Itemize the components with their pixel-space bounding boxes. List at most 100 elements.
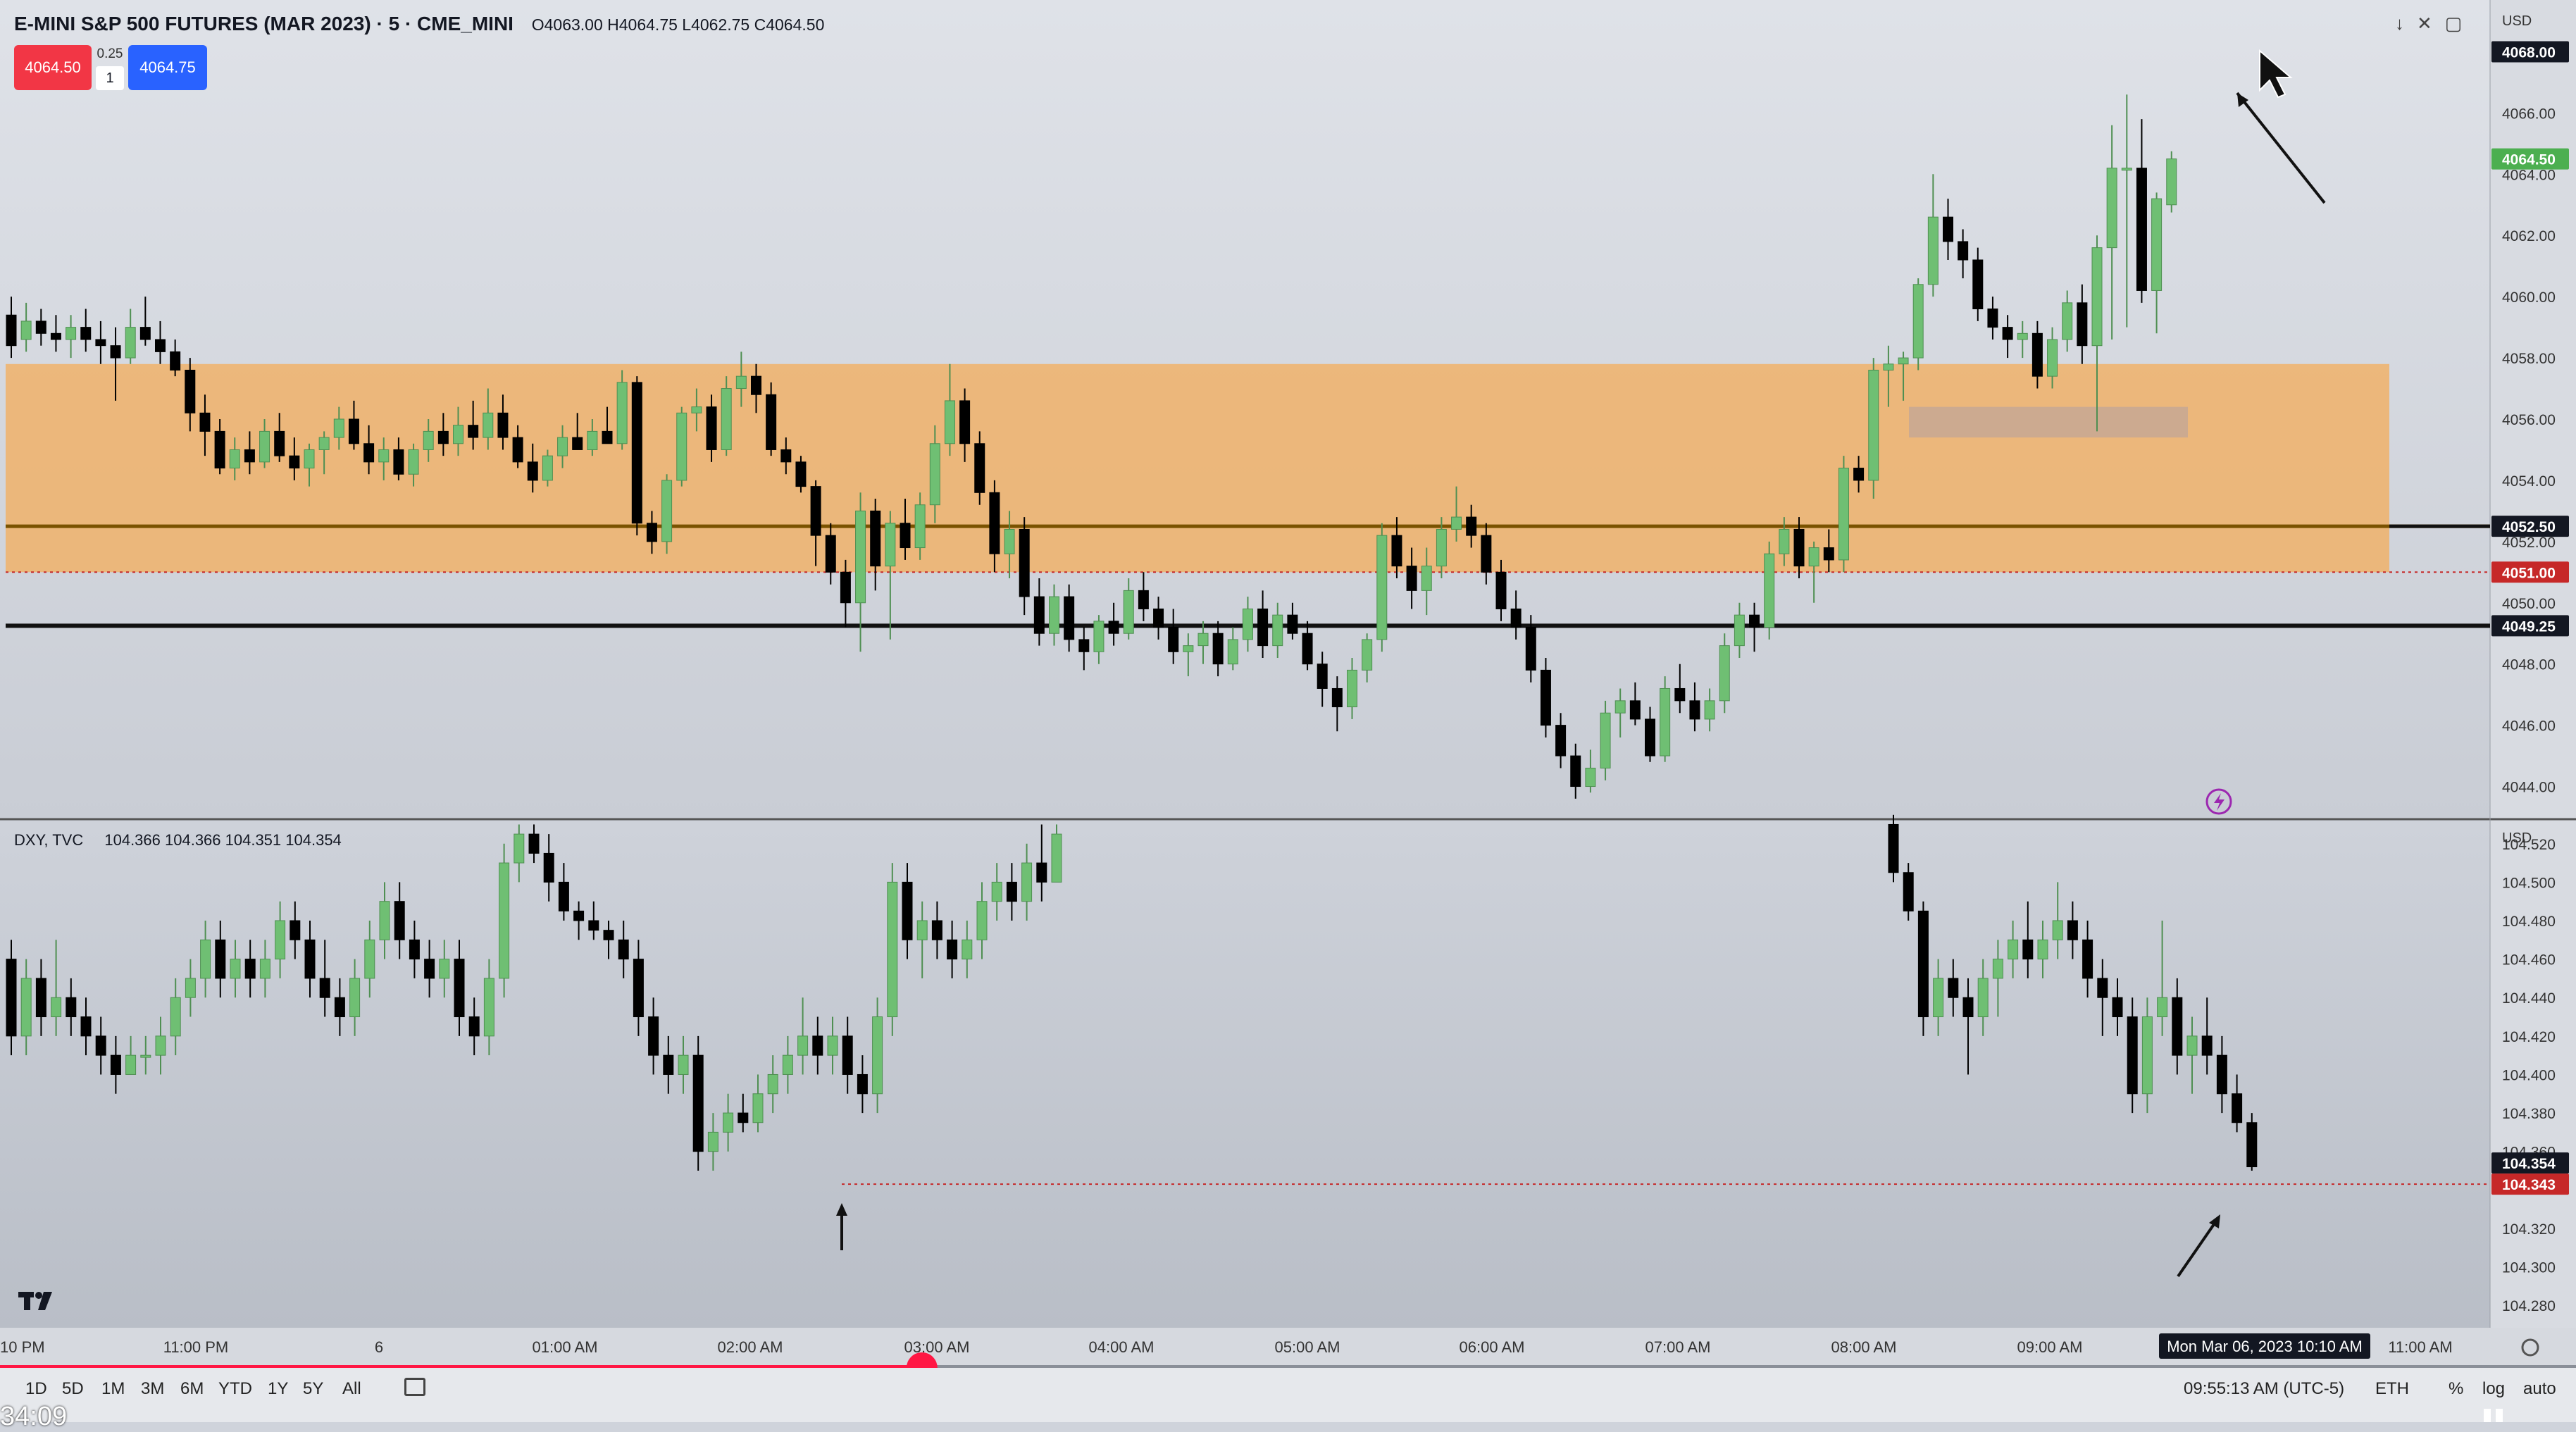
- es-candle[interactable]: [1823, 547, 1834, 561]
- es-candle[interactable]: [155, 339, 166, 352]
- es-candle[interactable]: [1987, 309, 1998, 328]
- es-candle[interactable]: [1555, 725, 1567, 757]
- es-candle[interactable]: [751, 375, 761, 395]
- es-candle[interactable]: [1347, 669, 1357, 708]
- es-candle[interactable]: [1853, 468, 1865, 481]
- es-candle[interactable]: [1257, 608, 1269, 647]
- es-candle[interactable]: [453, 425, 463, 444]
- es-candle[interactable]: [274, 430, 285, 456]
- es-candle[interactable]: [95, 339, 106, 347]
- es-candle[interactable]: [1049, 596, 1059, 634]
- es-candle[interactable]: [110, 345, 121, 359]
- es-candle[interactable]: [185, 369, 196, 413]
- es-candle[interactable]: [2136, 168, 2147, 291]
- price-label[interactable]: 4049.25: [2502, 618, 2556, 635]
- dxy-candle[interactable]: [887, 881, 898, 1018]
- dxy-candle[interactable]: [499, 862, 510, 979]
- dxy-candle[interactable]: [409, 939, 420, 960]
- dxy-candle[interactable]: [140, 1054, 151, 1058]
- maximize-icon[interactable]: ▢: [2445, 13, 2475, 34]
- es-candle[interactable]: [1421, 566, 1432, 591]
- move-down-icon[interactable]: ↓: [2395, 13, 2417, 34]
- es-candle[interactable]: [1779, 528, 1790, 554]
- es-candle[interactable]: [1078, 639, 1090, 652]
- es-candle[interactable]: [1362, 639, 1373, 671]
- es-candle[interactable]: [363, 443, 375, 463]
- dxy-candle[interactable]: [1948, 978, 1959, 998]
- dxy-candle[interactable]: [976, 901, 988, 940]
- dxy-candle[interactable]: [1036, 862, 1047, 883]
- es-candle[interactable]: [1406, 566, 1417, 591]
- dxy-candle[interactable]: [1992, 959, 2003, 979]
- es-candle[interactable]: [1436, 528, 1447, 567]
- es-candle[interactable]: [1033, 596, 1045, 634]
- sell-button[interactable]: 4064.50: [14, 45, 92, 90]
- dxy-candle[interactable]: [244, 959, 256, 979]
- es-candle[interactable]: [2121, 168, 2132, 171]
- dxy-candle[interactable]: [2112, 997, 2123, 1018]
- es-candle[interactable]: [721, 388, 732, 450]
- es-candle[interactable]: [1287, 614, 1298, 634]
- dxy-candle[interactable]: [738, 1112, 749, 1123]
- es-candle[interactable]: [810, 486, 821, 536]
- chart-canvas[interactable]: USDUSD4066.004064.004062.004060.004058.0…: [0, 0, 2576, 1422]
- dxy-candle[interactable]: [514, 833, 525, 864]
- es-candle[interactable]: [125, 327, 136, 359]
- es-candle[interactable]: [1629, 700, 1641, 720]
- es-candle[interactable]: [2151, 198, 2163, 291]
- dxy-candle[interactable]: [812, 1035, 823, 1056]
- dxy-candle[interactable]: [454, 959, 465, 1018]
- dxy-candle[interactable]: [573, 910, 585, 921]
- pause-icon[interactable]: [2484, 1409, 2505, 1422]
- es-candle[interactable]: [468, 425, 479, 438]
- es-candle[interactable]: [1212, 633, 1224, 665]
- dxy-candle[interactable]: [707, 1131, 718, 1152]
- es-candle[interactable]: [870, 510, 881, 567]
- es-candle[interactable]: [676, 412, 687, 481]
- es-candle[interactable]: [1317, 664, 1328, 689]
- dxy-candle[interactable]: [2067, 920, 2078, 940]
- es-candle[interactable]: [437, 430, 449, 444]
- dxy-candle[interactable]: [185, 978, 196, 998]
- dxy-candle[interactable]: [2216, 1054, 2227, 1095]
- dxy-candle[interactable]: [2157, 997, 2168, 1018]
- dxy-candle[interactable]: [588, 920, 599, 931]
- symbol-title[interactable]: E-MINI S&P 500 FUTURES (MAR 2023) · 5 · …: [14, 13, 514, 35]
- es-candle[interactable]: [393, 449, 404, 475]
- price-label[interactable]: 4068.00: [2502, 44, 2556, 61]
- es-candle[interactable]: [587, 430, 598, 450]
- es-candle[interactable]: [1168, 627, 1179, 652]
- dxy-candle[interactable]: [782, 1054, 793, 1075]
- es-candle[interactable]: [1912, 284, 1924, 359]
- es-candle[interactable]: [1570, 755, 1581, 787]
- es-candle[interactable]: [2106, 168, 2117, 249]
- dxy-candle[interactable]: [394, 901, 405, 940]
- es-candle[interactable]: [199, 412, 211, 432]
- tradingview-logo[interactable]: [17, 1289, 59, 1313]
- highlight-box[interactable]: [1909, 406, 2188, 438]
- es-candle[interactable]: [572, 437, 583, 450]
- es-candle[interactable]: [661, 480, 673, 542]
- es-candle[interactable]: [929, 443, 940, 506]
- es-candle[interactable]: [646, 523, 657, 542]
- es-candle[interactable]: [1391, 535, 1402, 567]
- es-candle[interactable]: [557, 437, 568, 456]
- es-candle[interactable]: [259, 430, 270, 463]
- dxy-candle[interactable]: [6, 959, 17, 1037]
- es-candle[interactable]: [1660, 687, 1671, 757]
- dxy-candle[interactable]: [1021, 862, 1033, 902]
- price-label[interactable]: 4051.00: [2502, 565, 2556, 581]
- es-candle[interactable]: [2031, 332, 2043, 377]
- dxy-candle[interactable]: [767, 1073, 778, 1095]
- es-candle[interactable]: [2062, 302, 2073, 340]
- es-candle[interactable]: [780, 449, 792, 463]
- timeframe-1d[interactable]: 1D: [25, 1379, 47, 1399]
- dxy-candle[interactable]: [543, 852, 554, 883]
- dxy-candle[interactable]: [558, 881, 569, 911]
- es-candle[interactable]: [1093, 621, 1105, 652]
- dxy-price-label[interactable]: 104.354: [2502, 1156, 2556, 1172]
- es-candle[interactable]: [766, 394, 777, 450]
- es-candle[interactable]: [1972, 259, 1984, 310]
- es-candle[interactable]: [1883, 363, 1894, 371]
- es-candle[interactable]: [378, 449, 390, 463]
